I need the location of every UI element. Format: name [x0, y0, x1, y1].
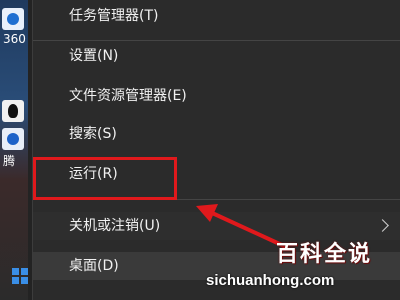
- watermark-brand: 百科全说: [276, 242, 373, 267]
- menu-divider: [33, 40, 400, 41]
- desktop-icon-label: 腾: [3, 154, 16, 168]
- watermark-site: sichuanhong.com: [206, 272, 335, 289]
- app-360-icon[interactable]: [2, 8, 24, 30]
- menu-item-task-manager[interactable]: 任务管理器(T): [33, 2, 400, 30]
- highlight-box: [33, 157, 177, 200]
- desktop-area: 360 腾: [0, 0, 28, 300]
- menu-item-search[interactable]: 搜索(S): [33, 120, 400, 148]
- menu-item-file-explorer[interactable]: 文件资源管理器(E): [33, 82, 400, 110]
- menu-item-label: 文件资源管理器(E): [69, 88, 187, 104]
- chevron-right-icon: [376, 219, 389, 232]
- menu-item-settings[interactable]: 设置(N): [33, 42, 400, 70]
- qq-icon[interactable]: [2, 100, 24, 122]
- tencent-app-icon[interactable]: [2, 128, 24, 150]
- menu-item-label: 搜索(S): [69, 126, 117, 142]
- menu-item-label: 桌面(D): [69, 258, 119, 274]
- watermark: 百科全说 sichuanhong.com: [206, 232, 400, 300]
- desktop-icon-label: 360: [3, 32, 26, 46]
- menu-item-label: 任务管理器(T): [69, 8, 159, 24]
- menu-item-label: 关机或注销(U): [69, 218, 161, 234]
- menu-item-label: 设置(N): [69, 48, 119, 64]
- windows-start-icon[interactable]: [12, 268, 28, 284]
